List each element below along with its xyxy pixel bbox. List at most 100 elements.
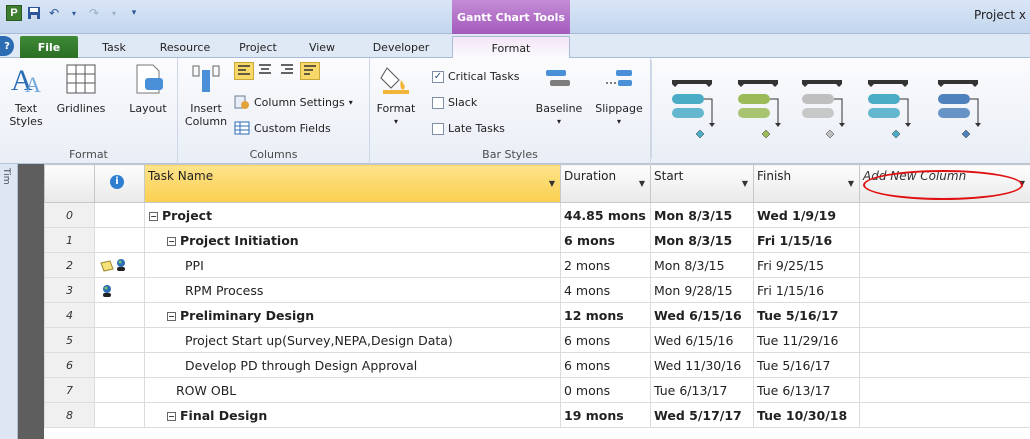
row-indicators[interactable] — [94, 227, 145, 253]
finish-cell[interactable]: Fri 9/25/15 — [753, 252, 860, 278]
add-new-column-cell[interactable] — [859, 302, 1030, 328]
table-row[interactable]: 0− Project 44.85 mons Mon 8/3/15 Wed 1/9/19 — [44, 202, 1030, 228]
duration-filter-icon[interactable]: ▼ — [639, 179, 645, 188]
duration-cell[interactable]: 44.85 mons — [560, 202, 651, 228]
row-indicators[interactable] — [94, 327, 145, 353]
tab-format[interactable]: Format — [452, 36, 570, 59]
add-new-column-cell[interactable] — [859, 227, 1030, 253]
finish-cell[interactable]: Tue 10/30/18 — [753, 402, 860, 428]
add-new-column-cell[interactable] — [859, 252, 1030, 278]
task-name-cell[interactable]: − Final Design — [144, 402, 561, 428]
undo-dropdown-icon[interactable]: ▾ — [66, 5, 82, 21]
duration-cell[interactable]: 19 mons — [560, 402, 651, 428]
row-id[interactable]: 7 — [44, 377, 95, 403]
start-cell[interactable]: Wed 5/17/17 — [650, 402, 754, 428]
header-duration[interactable]: Duration ▼ — [560, 164, 651, 203]
row-id[interactable]: 2 — [44, 252, 95, 278]
start-cell[interactable]: Mon 9/28/15 — [650, 277, 754, 303]
gantt-style-option[interactable] — [670, 78, 722, 148]
collapse-toggle-icon[interactable]: − — [167, 411, 176, 421]
task-name-cell[interactable]: − Preliminary Design — [144, 302, 561, 328]
customize-toolbar-icon[interactable]: ▾ — [126, 5, 142, 21]
duration-cell[interactable]: 2 mons — [560, 252, 651, 278]
header-indicators[interactable]: i — [94, 164, 145, 203]
critical-tasks-checkbox[interactable]: ✓ Critical Tasks — [432, 70, 519, 83]
collapse-toggle-icon[interactable]: − — [149, 211, 158, 221]
duration-cell[interactable]: 4 mons — [560, 277, 651, 303]
header-task-name[interactable]: Task Name ▼ — [144, 164, 561, 203]
tab-resource[interactable]: Resource — [152, 36, 218, 58]
resource-icon[interactable] — [100, 284, 114, 301]
start-cell[interactable]: Mon 8/3/15 — [650, 227, 754, 253]
save-icon[interactable] — [26, 5, 42, 21]
wrap-text-icon[interactable] — [300, 62, 320, 80]
redo-dropdown-icon[interactable]: ▾ — [106, 5, 122, 21]
collapse-toggle-icon[interactable]: − — [167, 311, 176, 321]
duration-cell[interactable]: 6 mons — [560, 352, 651, 378]
task-name-cell[interactable]: ROW OBL — [144, 377, 561, 403]
task-name-cell[interactable]: Develop PD through Design Approval — [144, 352, 561, 378]
late-tasks-checkbox[interactable]: Late Tasks — [432, 122, 505, 135]
add-new-column-cell[interactable] — [859, 202, 1030, 228]
tab-view[interactable]: View — [302, 36, 342, 58]
duration-cell[interactable]: 6 mons — [560, 227, 651, 253]
start-cell[interactable]: Mon 8/3/15 — [650, 252, 754, 278]
duration-cell[interactable]: 6 mons — [560, 327, 651, 353]
tab-project[interactable]: Project — [232, 36, 284, 58]
finish-cell[interactable]: Fri 1/15/16 — [753, 277, 860, 303]
header-select-all[interactable] — [44, 164, 95, 203]
tab-task[interactable]: Task — [94, 36, 134, 58]
table-row[interactable]: 5 Project Start up(Survey,NEPA,Design Dat… — [44, 327, 1030, 353]
project-app-icon[interactable]: P — [6, 5, 22, 21]
gridlines-button[interactable]: Gridlines — [52, 62, 110, 115]
add-new-column-cell[interactable] — [859, 402, 1030, 428]
row-indicators[interactable] — [94, 302, 145, 328]
layout-button[interactable]: Layout — [124, 62, 172, 115]
task-name-cell[interactable]: RPM Process — [144, 277, 561, 303]
task-name-cell[interactable]: − Project — [144, 202, 561, 228]
table-row[interactable]: 7 ROW OBL 0 mons Tue 6/13/17 Tue 6/13/17 — [44, 377, 1030, 403]
row-id[interactable]: 4 — [44, 302, 95, 328]
row-id[interactable]: 0 — [44, 202, 95, 228]
tab-file[interactable]: File — [20, 36, 78, 58]
row-indicators[interactable] — [94, 277, 145, 303]
row-id[interactable]: 5 — [44, 327, 95, 353]
task-name-cell[interactable]: PPI — [144, 252, 561, 278]
table-row[interactable]: 4 − Preliminary Design 12 mons Wed 6/15/16 Tu… — [44, 302, 1030, 328]
table-row[interactable]: 6 Develop PD through Design Approval 6 mon… — [44, 352, 1030, 378]
gantt-style-option[interactable] — [736, 78, 788, 148]
task-name-cell[interactable]: − Project Initiation — [144, 227, 561, 253]
row-indicators[interactable] — [94, 377, 145, 403]
finish-cell[interactable]: Wed 1/9/19 — [753, 202, 860, 228]
row-indicators[interactable] — [94, 202, 145, 228]
finish-cell[interactable]: Tue 5/16/17 — [753, 302, 860, 328]
undo-icon[interactable]: ↶ — [46, 5, 62, 21]
collapse-toggle-icon[interactable]: − — [167, 236, 176, 246]
gantt-style-option[interactable] — [936, 78, 988, 148]
insert-column-button[interactable]: Insert Column — [184, 62, 228, 128]
add-new-column-cell[interactable] — [859, 352, 1030, 378]
row-id[interactable]: 1 — [44, 227, 95, 253]
table-row[interactable]: 3 RPM Process 4 mons Mon 9/28/15 Fri 1/15/16 — [44, 277, 1030, 303]
help-icon[interactable]: ? — [0, 36, 14, 56]
start-cell[interactable]: Tue 6/13/17 — [650, 377, 754, 403]
slack-check[interactable] — [432, 96, 444, 109]
slippage-button[interactable]: Slippage ▾ — [592, 62, 646, 128]
finish-cell[interactable]: Fri 1/15/16 — [753, 227, 860, 253]
start-cell[interactable]: Wed 6/15/16 — [650, 302, 754, 328]
custom-fields-button[interactable]: Custom Fields — [234, 120, 331, 136]
row-indicators[interactable] — [94, 352, 145, 378]
text-styles-button[interactable]: AA Text Styles — [6, 62, 46, 128]
finish-cell[interactable]: Tue 6/13/17 — [753, 377, 860, 403]
finish-filter-icon[interactable]: ▼ — [848, 179, 854, 188]
row-id[interactable]: 6 — [44, 352, 95, 378]
duration-cell[interactable]: 12 mons — [560, 302, 651, 328]
add-new-column-cell[interactable] — [859, 377, 1030, 403]
start-cell[interactable]: Wed 11/30/16 — [650, 352, 754, 378]
row-indicators[interactable] — [94, 402, 145, 428]
task-name-cell[interactable]: Project Start up(Survey,NEPA,Design Data… — [144, 327, 561, 353]
align-left-icon[interactable] — [234, 62, 254, 80]
gantt-style-option[interactable] — [800, 78, 852, 148]
slack-checkbox[interactable]: Slack — [432, 96, 477, 109]
late-tasks-check[interactable] — [432, 122, 444, 135]
